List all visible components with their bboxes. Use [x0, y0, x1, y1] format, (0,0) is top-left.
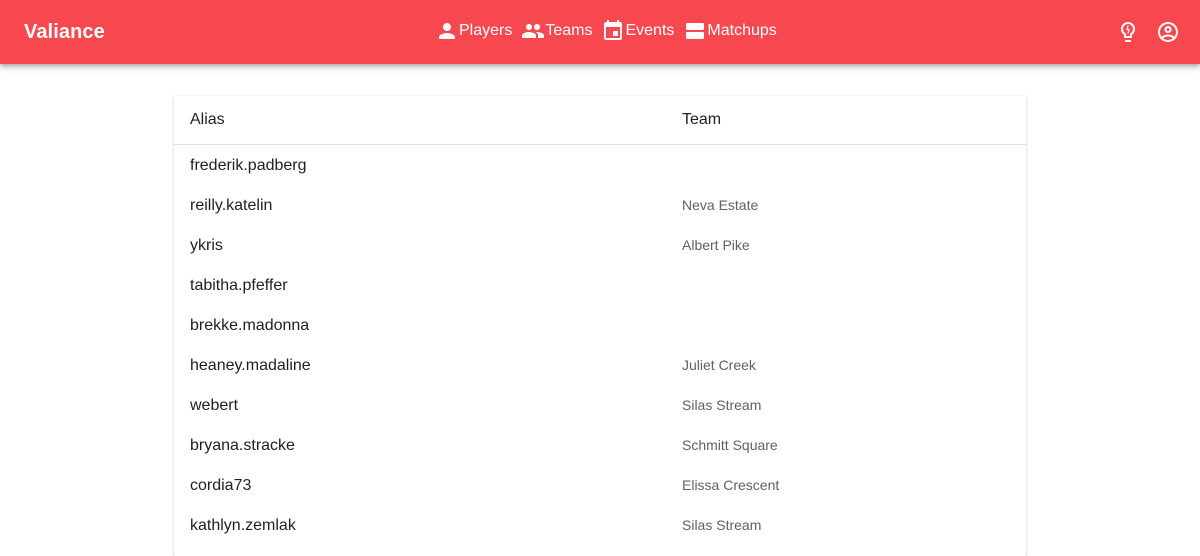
cell-alias: bryana.stracke [190, 437, 295, 454]
cell-alias: frederik.padberg [190, 157, 307, 174]
nav-events[interactable]: Events [601, 18, 674, 44]
account-circle-icon [1158, 22, 1178, 42]
cell-alias: tabitha.pfeffer [190, 277, 288, 294]
brand-title[interactable]: Valiance [24, 0, 105, 64]
cell-team: Neva Estate [682, 197, 759, 213]
cell-alias: kathlyn.zemlak [190, 517, 296, 534]
table-body: frederik.padberg reilly.katelin Neva Est… [174, 145, 1026, 545]
cell-team: Albert Pike [682, 237, 750, 253]
nav-matchups-label: Matchups [707, 22, 777, 39]
table-row[interactable]: cordia73 Elissa Crescent [174, 465, 1026, 505]
table-row[interactable]: kathlyn.zemlak Silas Stream [174, 505, 1026, 545]
account-button[interactable] [1156, 20, 1180, 44]
cell-alias: heaney.madaline [190, 357, 311, 374]
table-row[interactable]: brekke.madonna [174, 305, 1026, 345]
table-row[interactable]: heaney.madaline Juliet Creek [174, 345, 1026, 385]
table-row[interactable]: tabitha.pfeffer [174, 265, 1026, 305]
cell-alias: reilly.katelin [190, 197, 273, 214]
cell-team: Silas Stream [682, 517, 762, 533]
cell-team: Elissa Crescent [682, 477, 780, 493]
nav-players[interactable]: Players [435, 18, 512, 44]
group-icon [522, 24, 545, 38]
cell-team: Schmitt Square [682, 437, 778, 453]
nav-players-label: Players [459, 22, 513, 39]
cell-alias: brekke.madonna [190, 317, 310, 334]
main-nav: Players Teams Events Matchups [435, 18, 786, 44]
table-header: Alias Team [174, 96, 1026, 145]
theme-toggle-button[interactable] [1116, 20, 1140, 44]
table-row[interactable]: frederik.padberg [174, 145, 1026, 185]
table-row[interactable]: webert Silas Stream [174, 385, 1026, 425]
cell-team: Silas Stream [682, 397, 762, 413]
table-row[interactable]: bryana.stracke Schmitt Square [174, 425, 1026, 465]
app-bar: Valiance Players Teams Events Matchups [0, 0, 1200, 64]
players-table-card: Alias Team frederik.padberg reilly.katel… [174, 96, 1026, 556]
lightbulb-icon [1121, 22, 1135, 42]
table-row[interactable]: reilly.katelin Neva Estate [174, 185, 1026, 225]
nav-events-label: Events [625, 22, 675, 39]
cell-alias: cordia73 [190, 477, 252, 494]
person-icon [439, 23, 455, 39]
nav-teams-label: Teams [545, 22, 593, 39]
calendar-icon [604, 20, 623, 40]
matchups-icon [686, 23, 705, 39]
app-actions [1100, 20, 1180, 44]
nav-matchups[interactable]: Matchups [683, 18, 777, 44]
column-header-alias[interactable]: Alias [190, 111, 225, 129]
cell-alias: webert [190, 397, 239, 414]
cell-team: Juliet Creek [682, 357, 756, 373]
cell-alias: ykris [190, 237, 223, 254]
nav-teams[interactable]: Teams [521, 18, 592, 44]
column-header-team[interactable]: Team [682, 111, 721, 129]
table-row[interactable]: ykris Albert Pike [174, 225, 1026, 265]
